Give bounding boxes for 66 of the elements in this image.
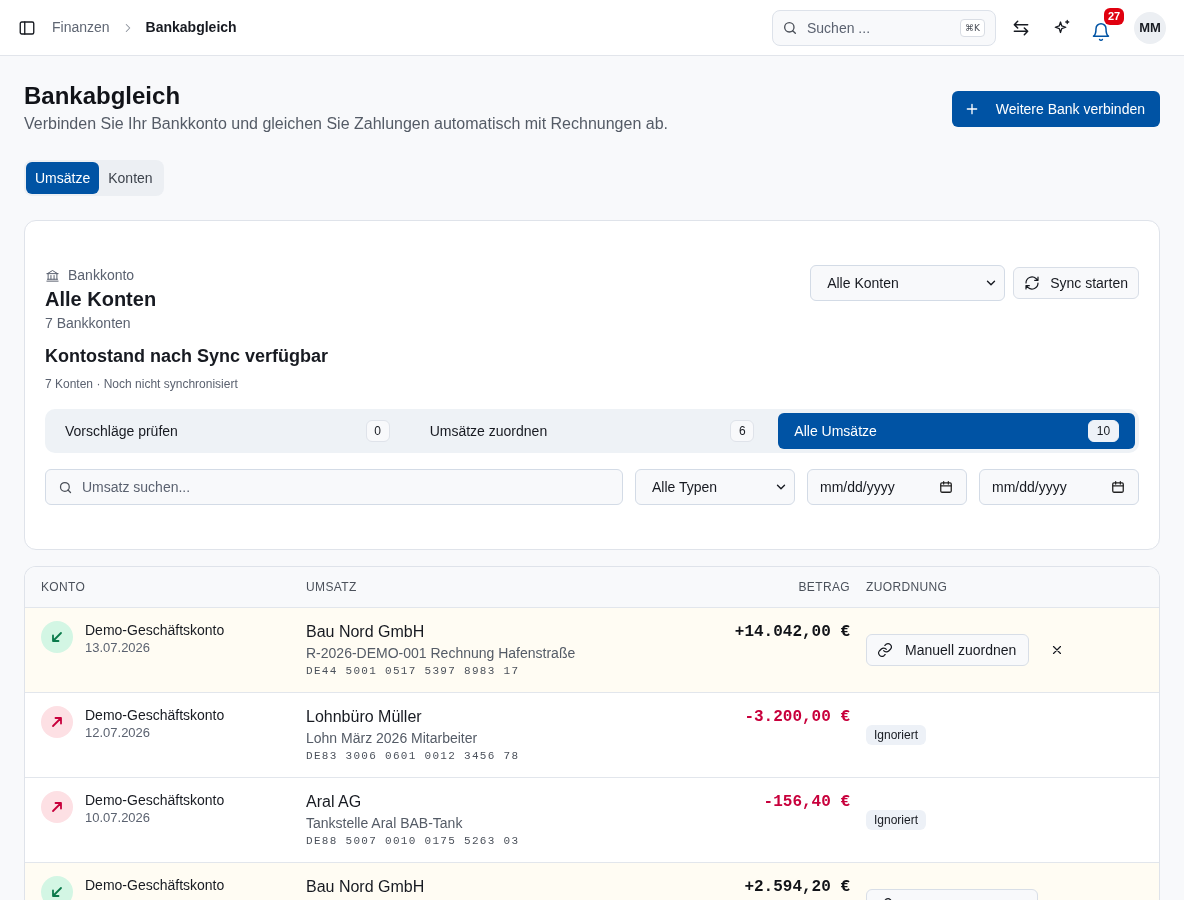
date-from-field[interactable]: mm/dd/yyyy	[807, 469, 967, 505]
filter-tab[interactable]: Umsätze zuordnen 6	[413, 413, 771, 449]
view-tab[interactable]: Konten	[99, 162, 162, 194]
counterparty-name: Bau Nord GmbH	[306, 877, 426, 897]
breadcrumb-current: Bankabgleich	[145, 18, 237, 37]
payment-reference: Tankstelle Aral BAB-Tank	[306, 814, 464, 833]
notifications-button[interactable]	[1091, 21, 1111, 42]
booking-date: 12.07.2026	[85, 724, 152, 742]
date-to-field[interactable]: mm/dd/yyyy	[979, 469, 1139, 505]
status-tag: Ignoriert	[866, 810, 927, 830]
account-title: Alle Konten	[45, 287, 158, 312]
assign-manually-button[interactable]: Manuell zuordnen	[866, 634, 1030, 666]
link-icon	[877, 642, 893, 658]
count-badge: 0	[365, 420, 390, 442]
view-tab[interactable]: Umsätze	[26, 162, 100, 194]
notification-badge: 27	[1104, 7, 1125, 25]
bank-icon	[45, 267, 60, 283]
page-title: Bankabgleich	[24, 82, 182, 110]
type-select[interactable]: Alle Typen	[635, 469, 795, 505]
amount: -3.200,00 €	[743, 707, 850, 728]
column-header: UMSATZ	[306, 579, 358, 596]
amount: +2.594,20 €	[743, 877, 850, 898]
sidebar-toggle-button[interactable]	[18, 18, 36, 37]
account-name: Demo-Geschäftskonto	[85, 621, 225, 639]
column-header: KONTO	[41, 579, 87, 596]
account-select[interactable]: Alle Konten	[810, 265, 1006, 301]
sidebar-icon	[18, 18, 36, 37]
column-header: BETRAG	[797, 579, 850, 596]
filter-tab[interactable]: Alle Umsätze 10	[778, 413, 1135, 449]
bell-icon	[1091, 21, 1111, 42]
account-name: Demo-Geschäftskonto	[85, 876, 225, 894]
payment-reference: R-2026-DEMO-001 Rechnung Hafenstraße	[306, 644, 577, 663]
counterparty-name: Lohnbüro Müller	[306, 707, 423, 727]
account-count: 7 Bankkonten	[45, 314, 132, 333]
booking-date: 10.07.2026	[85, 809, 152, 827]
account-name: Demo-Geschäftskonto	[85, 706, 225, 724]
page-subtitle: Verbinden Sie Ihr Bankkonto und gleichen Sie Zahlungen automatisch mit Rechnungen ab.	[24, 114, 668, 134]
calendar-icon	[939, 480, 953, 494]
iban-text: DE83 3006 0601 0012 3456 78	[306, 749, 521, 764]
calendar-icon	[1111, 480, 1125, 494]
account-name: Demo-Geschäftskonto	[85, 791, 225, 809]
booking-date: 13.07.2026	[85, 639, 152, 657]
count-badge: 6	[730, 420, 755, 442]
search-icon	[782, 19, 798, 36]
amount: +14.042,00 €	[733, 622, 850, 643]
payment-reference: Lohn März 2026 Mitarbeiter	[306, 729, 479, 748]
count-badge: 10	[1088, 420, 1119, 442]
filter-tab[interactable]: Vorschläge prüfen 0	[49, 413, 406, 449]
search-icon	[58, 480, 73, 495]
user-avatar[interactable]: MM	[1134, 11, 1166, 44]
refresh-icon	[1024, 275, 1041, 291]
incoming-arrow-icon	[41, 876, 73, 900]
amount: -156,40 €	[762, 792, 850, 813]
connect-bank-button[interactable]: Weitere Bank verbinden	[951, 91, 1160, 127]
iban-text: DE88 5007 0010 0175 5263 03	[306, 834, 521, 849]
balance-title: Kontostand nach Sync verfügbar	[45, 345, 329, 368]
status-tag: Ignoriert	[866, 725, 927, 745]
search-field[interactable]: Umsatz suchen...	[45, 469, 623, 505]
sync-status: 7 Konten · Noch nicht synchronisiert	[45, 376, 239, 393]
account-label: Bankkonto	[68, 266, 135, 285]
breadcrumb-link[interactable]: Finanzen	[52, 17, 110, 38]
counterparty-name: Aral AG	[306, 792, 363, 812]
iban-text: DE44 5001 0517 5397 8983 17	[306, 664, 521, 679]
sync-button[interactable]: Sync starten	[1013, 267, 1139, 299]
counterparty-name: Bau Nord GmbH	[306, 622, 426, 642]
column-header: ZUORDNUNG	[866, 579, 949, 596]
